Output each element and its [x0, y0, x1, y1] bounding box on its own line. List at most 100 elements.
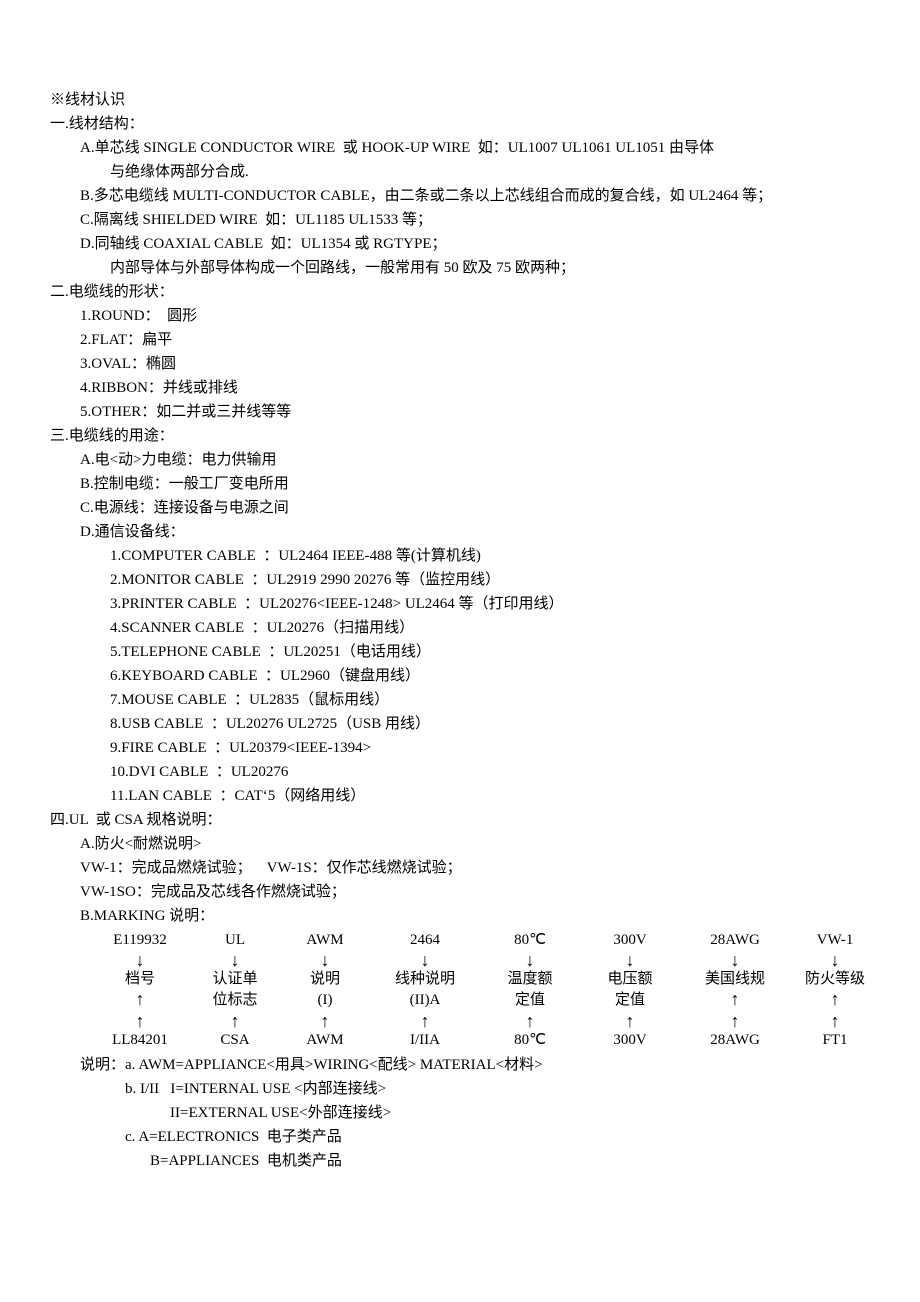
- s3-d: D.通信设备线：: [50, 520, 880, 544]
- diagram-bottom-7: FT1: [790, 1030, 880, 1051]
- diagram-top-row: E119932 UL AWM 2464 80℃ 300V 28AWG VW-1: [90, 930, 880, 951]
- diagram-mid2-6: ↑: [680, 990, 790, 1012]
- s3-d3: 3.PRINTER CABLE ：UL20276<IEEE-1248> UL24…: [50, 592, 880, 616]
- diagram-arrows-down: ↓ ↓ ↓ ↓ ↓ ↓ ↓ ↓: [90, 951, 880, 969]
- diagram-mid1-0: 档号: [90, 969, 190, 990]
- diagram-mid1-2: 说明: [280, 969, 370, 990]
- arrow-up-icon: ↑: [680, 1012, 790, 1030]
- s1-b: B.多芯电缆线 MULTI-CONDUCTOR CABLE，由二条或二条以上芯线…: [50, 184, 880, 208]
- arrow-up-icon: ↑: [731, 989, 740, 1009]
- diagram-mid1-3: 线种说明: [370, 969, 480, 990]
- diagram-bottom-4: 80℃: [480, 1030, 580, 1051]
- diagram-top-6: 28AWG: [680, 930, 790, 951]
- diagram-mid1-6: 美国线规: [680, 969, 790, 990]
- s3-d4: 4.SCANNER CABLE ：UL20276（扫描用线）: [50, 616, 880, 640]
- arrow-up-icon: ↑: [370, 1012, 480, 1030]
- diagram-mid1-row: 档号 认证单 说明 线种说明 温度额 电压额 美国线规 防火等级: [90, 969, 880, 990]
- s3-d5: 5.TELEPHONE CABLE ：UL20251（电话用线）: [50, 640, 880, 664]
- s4-notes: 说明：a. AWM=APPLIANCE<用具>WIRING<配线> MATERI…: [50, 1053, 880, 1077]
- diagram-bottom-1: CSA: [190, 1030, 280, 1051]
- s1-a-line1: A.单芯线 SINGLE CONDUCTOR WIRE 或 HOOK-UP WI…: [50, 136, 880, 160]
- arrow-up-icon: ↑: [831, 989, 840, 1009]
- arrow-up-icon: ↑: [136, 989, 145, 1009]
- s3-d1: 1.COMPUTER CABLE ：UL2464 IEEE-488 等(计算机线…: [50, 544, 880, 568]
- s3-d10: 10.DVI CABLE ：UL20276: [50, 760, 880, 784]
- diagram-top-2: AWM: [280, 930, 370, 951]
- diagram-mid1-4: 温度额: [480, 969, 580, 990]
- s4-note-c2: B=APPLIANCES 电机类产品: [50, 1149, 880, 1173]
- arrow-down-icon: ↓: [680, 951, 790, 969]
- notes-label: 说明：: [80, 1057, 125, 1073]
- s2-i4: 4.RIBBON：并线或排线: [50, 376, 880, 400]
- s2-heading: 二.电缆线的形状：: [50, 280, 880, 304]
- s1-d: D.同轴线 COAXIAL CABLE 如：UL1354 或 RGTYPE；: [50, 232, 880, 256]
- s4-a1: VW-1：完成品燃烧试验； VW-1S：仅作芯线燃烧试验；: [50, 856, 880, 880]
- s1-c: C.隔离线 SHIELDED WIRE 如：UL1185 UL1533 等；: [50, 208, 880, 232]
- arrow-down-icon: ↓: [280, 951, 370, 969]
- s3-d11: 11.LAN CABLE ：CAT‘5（网络用线）: [50, 784, 880, 808]
- arrow-down-icon: ↓: [580, 951, 680, 969]
- arrow-down-icon: ↓: [190, 951, 280, 969]
- arrow-down-icon: ↓: [90, 951, 190, 969]
- diagram-mid2-4: 定值: [480, 990, 580, 1012]
- s4-note-c1: c. A=ELECTRONICS 电子类产品: [50, 1125, 880, 1149]
- s1-a-line2: 与绝缘体两部分合成.: [50, 160, 880, 184]
- diagram-bottom-0: LL84201: [90, 1030, 190, 1051]
- arrow-up-icon: ↑: [280, 1012, 370, 1030]
- doc-title: ※线材认识: [50, 88, 880, 112]
- s4-note-b1: b. I/II I=INTERNAL USE <内部连接线>: [50, 1077, 880, 1101]
- arrow-up-icon: ↑: [580, 1012, 680, 1030]
- diagram-mid1-1: 认证单: [190, 969, 280, 990]
- arrow-down-icon: ↓: [370, 951, 480, 969]
- s3-d7: 7.MOUSE CABLE ：UL2835（鼠标用线）: [50, 688, 880, 712]
- s3-c: C.电源线：连接设备与电源之间: [50, 496, 880, 520]
- diagram-top-3: 2464: [370, 930, 480, 951]
- s3-a: A.电<动>力电缆：电力供输用: [50, 448, 880, 472]
- s4-note-a: a. AWM=APPLIANCE<用具>WIRING<配线> MATERIAL<…: [125, 1057, 543, 1073]
- arrow-up-icon: ↑: [190, 1012, 280, 1030]
- diagram-mid2-1: 位标志: [190, 990, 280, 1012]
- arrow-up-icon: ↑: [90, 1012, 190, 1030]
- marking-diagram: E119932 UL AWM 2464 80℃ 300V 28AWG VW-1 …: [90, 930, 880, 1051]
- s2-i5: 5.OTHER：如二并或三并线等等: [50, 400, 880, 424]
- diagram-mid2-2: (I): [280, 990, 370, 1012]
- arrow-down-icon: ↓: [480, 951, 580, 969]
- s2-i3: 3.OVAL：椭圆: [50, 352, 880, 376]
- s3-d2: 2.MONITOR CABLE ：UL2919 2990 20276 等（监控用…: [50, 568, 880, 592]
- diagram-top-0: E119932: [90, 930, 190, 951]
- diagram-top-1: UL: [190, 930, 280, 951]
- diagram-mid2-3: (II)A: [370, 990, 480, 1012]
- s4-a: A.防火<耐燃说明>: [50, 832, 880, 856]
- s4-b: B.MARKING 说明：: [50, 904, 880, 928]
- s4-note-b2: II=EXTERNAL USE<外部连接线>: [50, 1101, 880, 1125]
- diagram-bottom-2: AWM: [280, 1030, 370, 1051]
- diagram-bottom-3: I/IIA: [370, 1030, 480, 1051]
- diagram-bottom-row: LL84201 CSA AWM I/IIA 80℃ 300V 28AWG FT1: [90, 1030, 880, 1051]
- diagram-mid2-row: ↑ 位标志 (I) (II)A 定值 定值 ↑ ↑: [90, 990, 880, 1012]
- diagram-mid2-5: 定值: [580, 990, 680, 1012]
- diagram-bottom-6: 28AWG: [680, 1030, 790, 1051]
- diagram-mid1-7: 防火等级: [790, 969, 880, 990]
- diagram-mid2-0: ↑: [90, 990, 190, 1012]
- s2-i1: 1.ROUND： 圆形: [50, 304, 880, 328]
- arrow-up-icon: ↑: [790, 1012, 880, 1030]
- s3-d9: 9.FIRE CABLE ：UL20379<IEEE-1394>: [50, 736, 880, 760]
- diagram-mid1-5: 电压额: [580, 969, 680, 990]
- s3-heading: 三.电缆线的用途：: [50, 424, 880, 448]
- s2-i2: 2.FLAT：扁平: [50, 328, 880, 352]
- diagram-top-7: VW-1: [790, 930, 880, 951]
- s1-d2: 内部导体与外部导体构成一个回路线，一般常用有 50 欧及 75 欧两种；: [50, 256, 880, 280]
- arrow-down-icon: ↓: [790, 951, 880, 969]
- s3-d6: 6.KEYBOARD CABLE ：UL2960（键盘用线）: [50, 664, 880, 688]
- s4-heading: 四.UL 或 CSA 规格说明：: [50, 808, 880, 832]
- diagram-bottom-5: 300V: [580, 1030, 680, 1051]
- s3-b: B.控制电缆：一般工厂变电所用: [50, 472, 880, 496]
- s4-a2: VW-1SO：完成品及芯线各作燃烧试验；: [50, 880, 880, 904]
- diagram-arrows-up: ↑ ↑ ↑ ↑ ↑ ↑ ↑ ↑: [90, 1012, 880, 1030]
- s1-heading: 一.线材结构：: [50, 112, 880, 136]
- diagram-top-4: 80℃: [480, 930, 580, 951]
- diagram-top-5: 300V: [580, 930, 680, 951]
- diagram-mid2-7: ↑: [790, 990, 880, 1012]
- arrow-up-icon: ↑: [480, 1012, 580, 1030]
- s3-d8: 8.USB CABLE ：UL20276 UL2725（USB 用线）: [50, 712, 880, 736]
